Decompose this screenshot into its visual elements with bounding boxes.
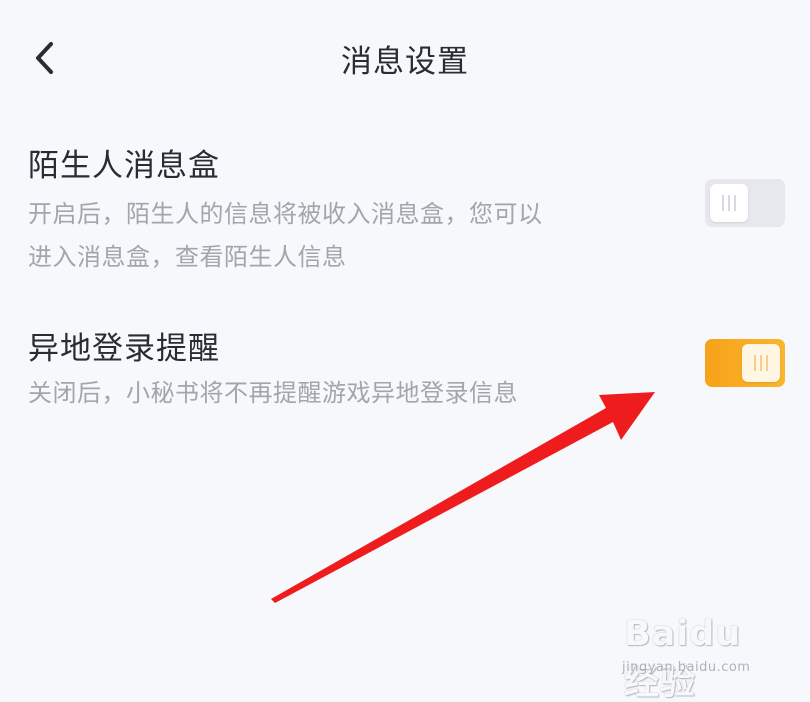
description-line: 进入消息盒，查看陌生人信息 bbox=[28, 243, 347, 271]
stranger-message-box-toggle[interactable] bbox=[705, 179, 785, 227]
setting-description: 开启后，陌生人的信息将被收入消息盒，您可以 进入消息盒，查看陌生人信息 bbox=[28, 193, 648, 279]
watermark-logo: Baidu经验 bbox=[624, 614, 742, 702]
page-title: 消息设置 bbox=[341, 44, 469, 80]
toggle-knob bbox=[710, 184, 748, 222]
setting-title: 陌生人消息盒 bbox=[28, 148, 220, 184]
baidu-jingyan-watermark: Baidu经验 jingyan.baidu.com bbox=[620, 614, 766, 702]
description-line: 关闭后，小秘书将不再提醒游戏异地登录信息 bbox=[28, 379, 518, 407]
header: 消息设置 bbox=[0, 28, 810, 88]
remote-login-alert-toggle[interactable] bbox=[705, 339, 785, 387]
setting-description: 关闭后，小秘书将不再提醒游戏异地登录信息 bbox=[28, 372, 648, 415]
description-line: 开启后，陌生人的信息将被收入消息盒，您可以 bbox=[28, 200, 543, 228]
setting-title: 异地登录提醒 bbox=[28, 331, 220, 367]
settings-page: 消息设置 陌生人消息盒 开启后，陌生人的信息将被收入消息盒，您可以 进入消息盒，… bbox=[0, 0, 810, 702]
setting-remote-login-alert: 异地登录提醒 关闭后，小秘书将不再提醒游戏异地登录信息 bbox=[28, 323, 788, 415]
setting-stranger-message-box: 陌生人消息盒 开启后，陌生人的信息将被收入消息盒，您可以 进入消息盒，查看陌生人… bbox=[28, 140, 788, 279]
watermark-url: jingyan.baidu.com bbox=[622, 660, 751, 675]
toggle-knob bbox=[742, 344, 780, 382]
